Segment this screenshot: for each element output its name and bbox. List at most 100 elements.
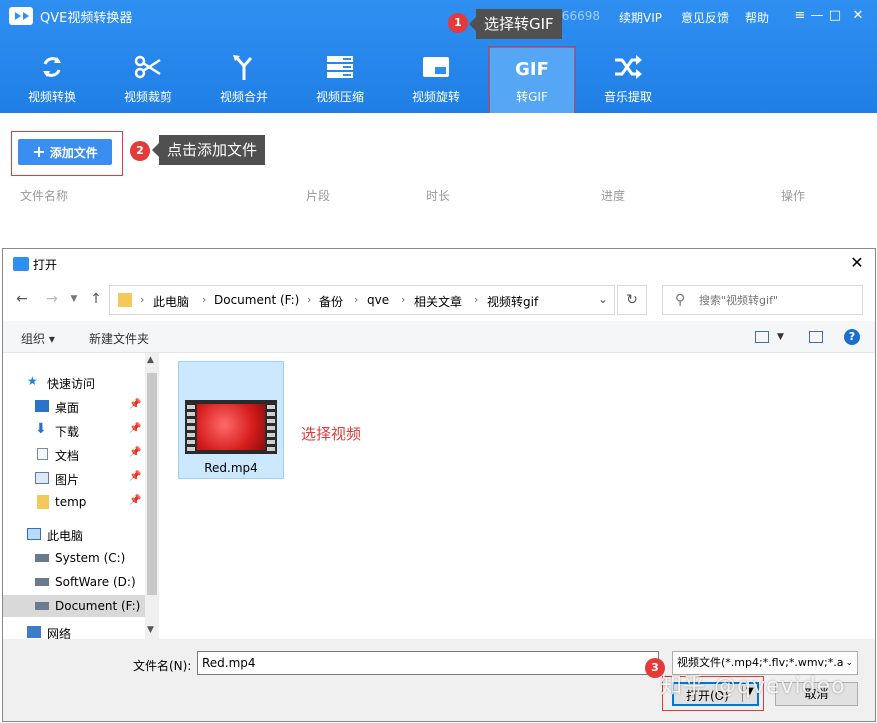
chevron-right-icon: › xyxy=(140,293,145,306)
nav-item-network[interactable]: 网络 xyxy=(3,621,145,639)
chevron-down-icon[interactable]: ▼ xyxy=(777,332,784,342)
file-pane: Red.mp4 选择视频 xyxy=(161,353,875,639)
computer-icon xyxy=(27,528,41,540)
breadcrumb-current-folder[interactable]: 视频转gif xyxy=(487,293,538,310)
dialog-title: 打开 xyxy=(33,258,58,272)
tool-label: 视频合并 xyxy=(219,90,268,104)
close-icon[interactable]: ✕ xyxy=(848,6,868,26)
nav-item-label: 下载 xyxy=(55,425,80,439)
file-list-area xyxy=(0,113,877,248)
nav-item-label: 快速访问 xyxy=(47,377,96,391)
new-folder-button[interactable]: 新建文件夹 xyxy=(89,330,149,347)
compress-icon xyxy=(327,56,353,78)
filename-input[interactable] xyxy=(197,651,659,675)
up-arrow-icon[interactable]: ↑ xyxy=(87,290,105,308)
tool-video-convert[interactable]: 视频转换 xyxy=(10,48,94,114)
picture-icon xyxy=(35,472,49,484)
app-logo-icon xyxy=(13,257,29,271)
search-box[interactable]: ⚲ xyxy=(662,285,863,315)
col-segment: 片段 xyxy=(306,189,331,203)
nav-item-label: 网络 xyxy=(47,627,72,639)
desktop-icon xyxy=(35,400,49,412)
nav-item-label: temp xyxy=(55,495,87,509)
search-input[interactable] xyxy=(699,291,859,309)
close-icon[interactable]: ✕ xyxy=(847,253,867,273)
nav-item-desktop[interactable]: 桌面 📌 xyxy=(3,395,145,417)
shuffle-icon xyxy=(615,55,642,79)
nav-item-label: Document (F:) xyxy=(55,599,141,613)
help-link[interactable]: 帮助 xyxy=(745,9,769,26)
breadcrumb-drive-f[interactable]: Document (F:) xyxy=(214,293,299,307)
scrollbar-thumb[interactable] xyxy=(147,373,157,595)
rotate-icon xyxy=(423,57,449,77)
nav-item-drive-f[interactable]: Document (F:) xyxy=(3,595,145,617)
organize-menu[interactable]: 组织 ▾ xyxy=(21,330,55,347)
tool-label: 音乐提取 xyxy=(603,90,652,104)
breadcrumb-articles[interactable]: 相关文章 xyxy=(414,293,462,310)
help-icon[interactable]: ? xyxy=(844,329,860,345)
app-header: QVE视频转换器 13492566698 续期VIP 意见反馈 帮助 ≡ — □… xyxy=(0,0,877,114)
chevron-down-icon[interactable]: ▼ xyxy=(65,290,83,308)
nav-item-this-pc[interactable]: 此电脑 xyxy=(3,523,145,545)
scroll-up-icon[interactable]: ▲ xyxy=(147,355,154,365)
breadcrumb-backup[interactable]: 备份 xyxy=(319,293,343,310)
film-holes xyxy=(267,402,275,452)
renew-vip-link[interactable]: 续期VIP xyxy=(619,9,662,26)
minimize-icon[interactable]: — xyxy=(807,6,827,26)
view-mode-icon[interactable] xyxy=(755,331,769,343)
back-arrow-icon[interactable]: ← xyxy=(13,290,31,308)
drive-icon xyxy=(35,602,49,610)
step-1-badge: 1 xyxy=(448,13,468,33)
col-action: 操作 xyxy=(781,189,806,203)
tool-video-compress[interactable]: 视频压缩 xyxy=(298,48,382,114)
pin-icon: 📌 xyxy=(129,423,142,434)
nav-item-label: System (C:) xyxy=(55,551,126,565)
feedback-link[interactable]: 意见反馈 xyxy=(681,9,729,26)
file-item-video[interactable]: Red.mp4 xyxy=(178,361,284,479)
select-video-annotation: 选择视频 xyxy=(301,425,362,443)
nav-item-quick-access[interactable]: ★ 快速访问 xyxy=(3,371,145,393)
dialog-titlebar: 打开 ✕ xyxy=(3,249,875,279)
step-2-badge: 2 xyxy=(130,141,150,161)
refresh-icon xyxy=(43,57,61,77)
watermark-text: 知乎 @qvevideo xyxy=(660,674,846,699)
forward-arrow-icon[interactable]: → xyxy=(43,290,61,308)
chevron-down-icon[interactable]: ⌄ xyxy=(598,292,608,306)
nav-item-temp[interactable]: temp 📌 xyxy=(3,491,145,513)
highlight-gif-box xyxy=(488,46,576,115)
nav-item-documents[interactable]: 文档 📌 xyxy=(3,443,145,465)
navigation-pane: ★ 快速访问 桌面 📌 ⬇ 下载 📌 文档 📌 图片 📌 temp 📌 此电脑 … xyxy=(3,353,159,639)
nav-item-pictures[interactable]: 图片 📌 xyxy=(3,467,145,489)
tool-video-rotate[interactable]: 视频旋转 xyxy=(394,48,478,114)
scroll-down-icon[interactable]: ▼ xyxy=(147,625,154,635)
refresh-icon: ↻ xyxy=(626,292,638,308)
app-logo-icon xyxy=(9,7,33,25)
preview-pane-icon[interactable] xyxy=(809,331,823,343)
chevron-right-icon: › xyxy=(474,293,479,306)
drive-icon xyxy=(35,578,49,586)
refresh-button[interactable]: ↻ xyxy=(617,285,647,315)
nav-scrollbar[interactable]: ▲ ▼ xyxy=(145,353,159,639)
breadcrumb-qve[interactable]: qve xyxy=(367,293,389,307)
folder-icon xyxy=(37,495,49,509)
pin-icon: 📌 xyxy=(129,447,142,458)
file-name: Red.mp4 xyxy=(204,461,258,475)
col-progress: 进度 xyxy=(601,189,626,203)
nav-item-drive-c[interactable]: System (C:) xyxy=(3,547,145,569)
maximize-icon[interactable]: □ xyxy=(825,6,845,26)
nav-item-label: 此电脑 xyxy=(47,529,84,543)
breadcrumb-this-pc[interactable]: 此电脑 xyxy=(153,293,189,310)
open-file-dialog: 打开 ✕ ← → ▼ ↑ › 此电脑 › Document (F:) › 备份 … xyxy=(2,248,876,722)
tool-music-extract[interactable]: 音乐提取 xyxy=(586,48,670,114)
folder-icon xyxy=(118,293,132,307)
tool-video-crop[interactable]: 视频裁剪 xyxy=(106,48,190,114)
chevron-right-icon: › xyxy=(401,293,406,306)
tool-label: 视频旋转 xyxy=(411,90,460,104)
nav-item-downloads[interactable]: ⬇ 下载 📌 xyxy=(3,419,145,441)
app-titlebar: QVE视频转换器 13492566698 续期VIP 意见反馈 帮助 ≡ — □… xyxy=(0,0,877,32)
scissors-icon xyxy=(134,55,161,79)
tool-label: 视频裁剪 xyxy=(123,90,172,104)
tool-video-merge[interactable]: 视频合并 xyxy=(202,48,286,114)
nav-item-drive-d[interactable]: SoftWare (D:) xyxy=(3,571,145,593)
address-bar[interactable]: › 此电脑 › Document (F:) › 备份 › qve › 相关文章 … xyxy=(109,285,615,315)
